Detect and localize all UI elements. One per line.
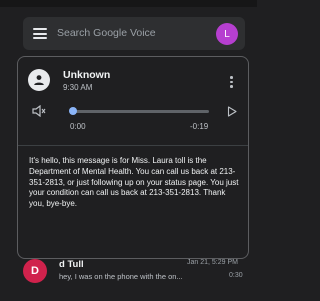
person-icon: [28, 69, 50, 91]
message-sender[interactable]: d Tull: [59, 259, 84, 270]
volume-icon[interactable]: [32, 105, 46, 117]
divider: [18, 145, 248, 146]
voicemail-transcript: It's hello, this message is for Miss. La…: [29, 156, 239, 209]
avatar: D: [23, 259, 47, 283]
playback-progress[interactable]: [69, 107, 209, 115]
message-date: Jan 21, 5:29 PM: [187, 259, 238, 266]
more-vert-icon[interactable]: [230, 76, 234, 90]
voicemail-time: 9:30 AM: [63, 83, 93, 92]
progress-thumb[interactable]: [69, 107, 77, 115]
play-icon[interactable]: [227, 106, 237, 117]
remaining-time: -0:19: [190, 122, 209, 131]
message-preview[interactable]: hey, I was on the phone with the on...: [59, 272, 187, 281]
contact-name: Unknown: [63, 69, 111, 81]
search-input[interactable]: Search Google Voice: [57, 27, 156, 39]
menu-icon[interactable]: [33, 28, 47, 39]
status-bar: [0, 0, 257, 7]
current-time: 0:00: [70, 122, 86, 131]
account-avatar[interactable]: L: [216, 23, 238, 45]
voicemail-card: Unknown 9:30 AM 0:00 -0:19 It's hello, t…: [17, 56, 249, 259]
message-duration: 0:30: [229, 272, 243, 279]
search-bar[interactable]: Search Google Voice L: [23, 17, 245, 50]
